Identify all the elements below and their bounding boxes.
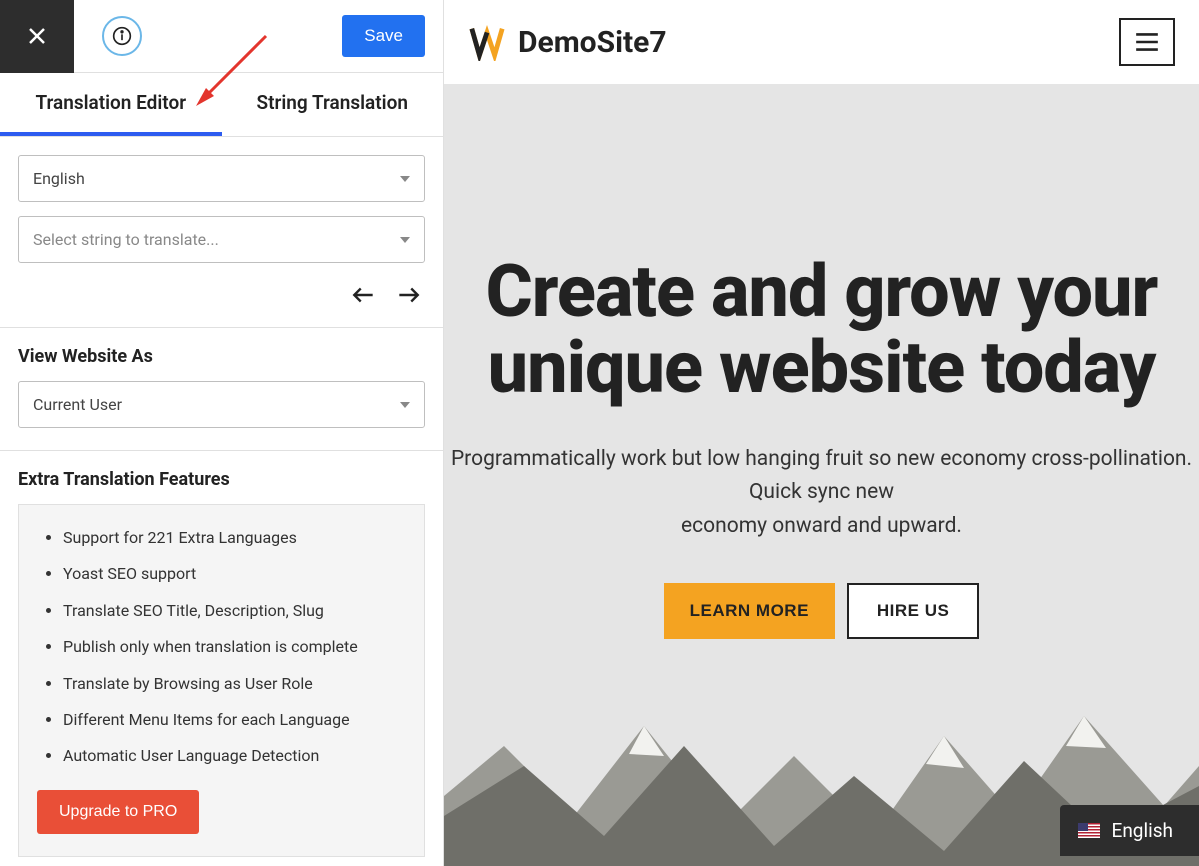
feature-item: Support for 221 Extra Languages xyxy=(63,527,406,549)
feature-item: Different Menu Items for each Language xyxy=(63,709,406,731)
hero-title-line: unique website today xyxy=(488,325,1156,410)
sidebar-header: Save xyxy=(0,0,443,73)
translation-sidebar: Save Translation Editor String Translati… xyxy=(0,0,444,866)
view-as-label: View Website As xyxy=(18,346,425,367)
hero-sub-line: Programmatically work but low hanging fr… xyxy=(451,447,1192,471)
feature-item: Automatic User Language Detection xyxy=(63,745,406,767)
string-nav xyxy=(18,277,425,305)
hero-title-line: Create and grow your xyxy=(486,249,1158,334)
hamburger-icon xyxy=(1134,32,1160,52)
prev-string-button[interactable] xyxy=(351,285,377,305)
string-select-placeholder: Select string to translate... xyxy=(33,230,219,249)
language-select-value: English xyxy=(33,169,85,188)
string-select[interactable]: Select string to translate... xyxy=(18,216,425,263)
learn-more-button[interactable]: LEARN MORE xyxy=(664,583,835,639)
features-box: Support for 221 Extra Languages Yoast SE… xyxy=(18,504,425,857)
close-button[interactable] xyxy=(0,0,74,73)
view-as-select[interactable]: Current User xyxy=(18,381,425,428)
hero-subtitle: Programmatically work but low hanging fr… xyxy=(451,443,1192,544)
tab-translation-editor[interactable]: Translation Editor xyxy=(0,73,222,136)
hire-us-button[interactable]: HIRE US xyxy=(847,583,979,639)
save-button[interactable]: Save xyxy=(342,15,425,57)
language-switcher-label: English xyxy=(1112,819,1173,842)
site-logo-icon xyxy=(468,23,506,61)
hero-title: Create and grow your unique website toda… xyxy=(486,254,1158,407)
preview-header: DemoSite7 xyxy=(444,0,1199,84)
site-preview: DemoSite7 Create and grow your unique we… xyxy=(444,0,1199,866)
feature-item: Translate SEO Title, Description, Slug xyxy=(63,600,406,622)
upgrade-button[interactable]: Upgrade to PRO xyxy=(37,790,199,834)
chevron-down-icon xyxy=(400,237,410,243)
hero-section: Create and grow your unique website toda… xyxy=(444,84,1199,866)
tab-string-translation[interactable]: String Translation xyxy=(222,73,444,136)
site-title: DemoSite7 xyxy=(518,25,667,60)
view-as-value: Current User xyxy=(33,395,122,414)
features-list: Support for 221 Extra Languages Yoast SE… xyxy=(37,527,406,768)
menu-toggle-button[interactable] xyxy=(1119,18,1175,66)
info-icon xyxy=(112,26,132,46)
us-flag-icon xyxy=(1078,823,1100,838)
hero-buttons: LEARN MORE HIRE US xyxy=(664,583,980,639)
sidebar-body: English Select string to translate... Vi… xyxy=(0,137,443,866)
chevron-down-icon xyxy=(400,176,410,182)
close-icon xyxy=(25,24,49,48)
language-select[interactable]: English xyxy=(18,155,425,202)
hero-sub-line: Quick sync new xyxy=(749,480,894,504)
feature-item: Translate by Browsing as User Role xyxy=(63,673,406,695)
chevron-down-icon xyxy=(400,402,410,408)
feature-item: Yoast SEO support xyxy=(63,563,406,585)
info-button[interactable] xyxy=(102,16,142,56)
language-switcher[interactable]: English xyxy=(1060,805,1199,856)
feature-item: Publish only when translation is complet… xyxy=(63,636,406,658)
features-label: Extra Translation Features xyxy=(18,469,425,490)
next-string-button[interactable] xyxy=(395,285,421,305)
tab-bar: Translation Editor String Translation xyxy=(0,73,443,137)
hero-sub-line: economy onward and upward. xyxy=(681,514,962,538)
